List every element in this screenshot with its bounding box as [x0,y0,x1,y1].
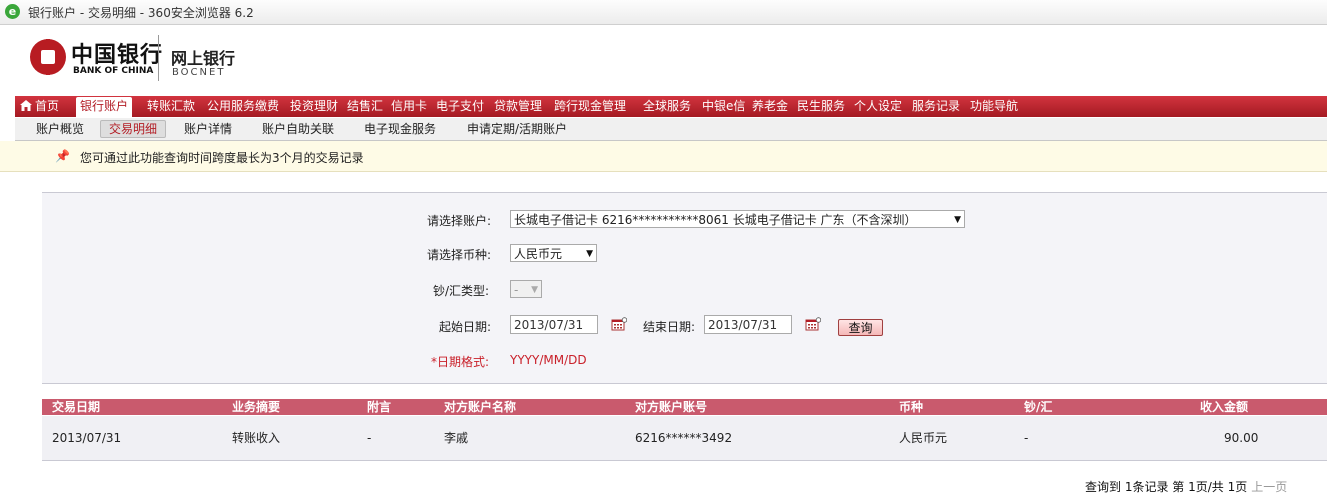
subnav-apply-deposit[interactable]: 申请定期/活期账户 [467,118,567,140]
brand-name-en: BANK OF CHINA [73,66,154,76]
pager-summary: 查询到 1条记录 第 1页/共 1页 [1085,480,1248,494]
query-form: 请选择账户: 长城电子借记卡 6216***********8061 长城电子借… [42,192,1327,384]
cell-trade-date: 2013/07/31 [52,431,122,445]
nav-investment[interactable]: 投资理财 [290,96,338,117]
cash-type-label: 钞/汇类型: [433,284,490,298]
sub-nav: 账户概览 交易明细 账户详情 账户自助关联 电子现金服务 申请定期/活期账户 [15,118,1327,141]
browser-titlebar: e 银行账户 - 交易明细 - 360安全浏览器 6.2 [0,0,1327,25]
end-date-input[interactable]: 2013/07/31 [704,315,792,334]
nav-service-records[interactable]: 服务记录 [912,96,960,117]
nav-credit-card[interactable]: 信用卡 [391,96,427,117]
date-format-hint-label: *日期格式: [431,355,490,369]
table-row: 2013/07/31 转账收入 - 李戚 6216******3492 人民币元… [42,416,1327,461]
cell-cash-type: - [1024,431,1029,445]
query-button[interactable]: 查询 [838,319,883,336]
nav-cash-management[interactable]: 跨行现金管理 [554,96,626,117]
col-currency: 币种 [899,400,924,414]
service-name-en: BOCNET [172,67,226,78]
cell-currency: 人民币元 [899,431,948,445]
currency-select[interactable]: 人民币元 ▼ [510,244,597,262]
brand-name-cn: 中国银行 [71,42,164,68]
pagination: 查询到 1条记录 第 1页/共 1页 上一页 [1085,478,1287,495]
pin-icon: 📌 [55,149,70,163]
cash-type-select[interactable]: - ▼ [510,280,542,298]
home-icon [20,100,32,111]
cell-counterparty-account: 6216******3492 [635,431,733,445]
currency-select-value: 人民币元 [514,247,563,261]
nav-utility-payment[interactable]: 公用服务缴费 [207,96,279,117]
dropdown-arrow-icon: ▼ [531,285,538,295]
subnav-account-details[interactable]: 账户详情 [184,118,232,140]
nav-livelihood[interactable]: 民生服务 [797,96,845,117]
nav-home-label: 首页 [35,99,60,113]
subnav-e-cash[interactable]: 电子现金服务 [364,118,436,140]
nav-boc-e-xin[interactable]: 中银e信 [702,96,745,117]
start-date-input[interactable]: 2013/07/31 [510,315,598,334]
start-date-label: 起始日期: [439,320,492,334]
logo-divider [158,35,159,81]
nav-fx-settlement[interactable]: 结售汇 [347,96,383,117]
nav-bank-account[interactable]: 银行账户 [76,97,133,117]
col-trade-date: 交易日期 [52,400,101,414]
col-summary: 业务摘要 [232,400,281,414]
prev-page-link[interactable]: 上一页 [1251,480,1287,494]
cash-type-select-value: - [514,283,519,297]
cell-income-amount: 90.00 [1224,431,1259,445]
col-income-amount: 收入金额 [1200,400,1249,414]
start-calendar-icon[interactable] [611,317,627,331]
col-remark: 附言 [367,400,392,414]
col-counterparty-name: 对方账户名称 [444,400,517,414]
currency-label: 请选择币种: [427,248,492,262]
nav-e-payment[interactable]: 电子支付 [436,96,484,117]
subnav-account-link[interactable]: 账户自助关联 [262,118,334,140]
table-header: 交易日期 业务摘要 附言 对方账户名称 对方账户账号 币种 钞/汇 收入金额 [42,399,1327,415]
cell-remark: - [367,431,372,445]
nav-transfer[interactable]: 转账汇款 [147,96,195,117]
account-select[interactable]: 长城电子借记卡 6216***********8061 长城电子借记卡 广东（不… [510,210,965,228]
nav-personal-settings[interactable]: 个人设定 [854,96,902,117]
account-select-value: 长城电子借记卡 6216***********8061 长城电子借记卡 广东（不… [514,213,917,227]
cell-summary: 转账收入 [232,431,281,445]
notice-text: 您可通过此功能查询时间跨度最长为3个月的交易记录 [80,151,364,165]
dropdown-arrow-icon: ▼ [586,249,593,259]
browser-logo-icon: e [5,4,20,19]
bank-header: 中国银行 BANK OF CHINA 网上银行 BOCNET [0,25,1327,95]
dropdown-arrow-icon: ▼ [954,215,961,225]
boc-logo-icon [30,39,66,75]
col-counterparty-account: 对方账户账号 [635,400,708,414]
end-calendar-icon[interactable] [805,317,821,331]
window-title: 银行账户 - 交易明细 - 360安全浏览器 6.2 [28,6,254,20]
subnav-account-overview[interactable]: 账户概览 [36,118,84,140]
nav-loan[interactable]: 贷款管理 [494,96,542,117]
main-nav: 首页 银行账户 转账汇款 公用服务缴费 投资理财 结售汇 信用卡 电子支付 贷款… [15,96,1327,117]
end-date-label: 结束日期: [643,320,696,334]
col-cash-type: 钞/汇 [1024,400,1053,414]
nav-home[interactable]: 首页 [20,96,59,117]
account-label: 请选择账户: [427,214,492,228]
nav-global-service[interactable]: 全球服务 [643,96,691,117]
date-format-hint-value: YYYY/MM/DD [510,353,587,367]
service-name-cn: 网上银行 [171,49,236,68]
cell-counterparty-name: 李戚 [444,431,469,445]
subnav-transaction-details[interactable]: 交易明细 [100,120,167,138]
notice-bar: 📌 您可通过此功能查询时间跨度最长为3个月的交易记录 [0,141,1327,172]
nav-pension[interactable]: 养老金 [752,96,788,117]
nav-function-guide[interactable]: 功能导航 [970,96,1018,117]
